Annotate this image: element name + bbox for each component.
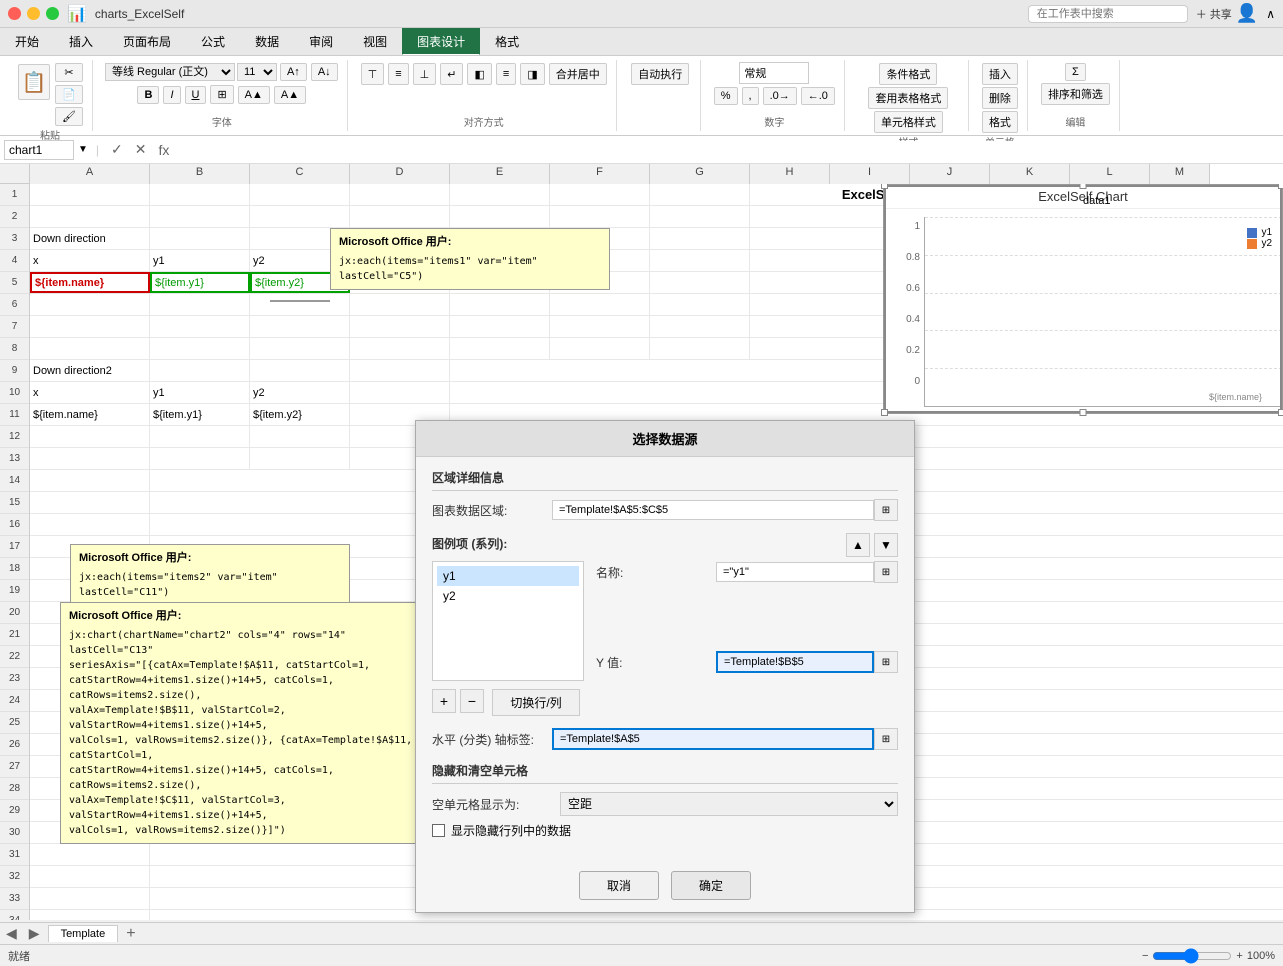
h-axis-section: 水平 (分类) 轴标签: ⊞: [432, 728, 898, 750]
name-label: 名称:: [596, 564, 716, 581]
series-add-button[interactable]: +: [432, 689, 456, 713]
empty-options: 空单元格显示为: 空距: [432, 792, 898, 816]
empty-label: 空单元格显示为:: [432, 796, 552, 813]
series-item-y2[interactable]: y2: [437, 586, 579, 606]
series-right: 名称: ⊞ Y 值: ⊞: [596, 561, 898, 716]
dialog-title: 选择数据源: [416, 421, 914, 457]
y-value-label: Y 值:: [596, 654, 716, 671]
chart-range-row: 图表数据区域: ⊞: [432, 499, 898, 521]
cancel-button[interactable]: 取消: [579, 871, 659, 900]
h-axis-input[interactable]: [552, 728, 874, 750]
series-spacer: [596, 591, 898, 651]
ok-button[interactable]: 确定: [671, 871, 751, 900]
legend-section-title: 图例项 (系列):: [432, 535, 507, 556]
series-remove-button[interactable]: −: [460, 689, 484, 713]
series-down-button[interactable]: ▼: [874, 533, 898, 557]
h-axis-label: 水平 (分类) 轴标签:: [432, 731, 552, 748]
name-input[interactable]: [716, 562, 874, 582]
area-section-title: 区域详细信息: [432, 469, 898, 491]
dialog-overlay: 选择数据源 区域详细信息 图表数据区域: ⊞ 图例项 (系列): ▲ ▼: [0, 0, 1283, 966]
y-value-input[interactable]: [716, 651, 874, 673]
dialog-body: 区域详细信息 图表数据区域: ⊞ 图例项 (系列): ▲ ▼: [416, 457, 914, 863]
y-value-row: Y 值: ⊞: [596, 651, 898, 673]
name-select-button[interactable]: ⊞: [874, 561, 898, 583]
chart-range-input[interactable]: [552, 500, 874, 520]
hide-section: 隐藏和清空单元格 空单元格显示为: 空距 显示隐藏行列中的数据: [432, 762, 898, 839]
series-up-button[interactable]: ▲: [846, 533, 870, 557]
h-axis-select-button[interactable]: ⊞: [874, 728, 898, 750]
chart-range-label: 图表数据区域:: [432, 502, 552, 519]
series-list[interactable]: y1 y2: [432, 561, 584, 681]
series-add-remove: + − 切换行/列: [432, 689, 584, 716]
series-area: y1 y2 + − 切换行/列 名称: ⊞: [432, 561, 898, 716]
chart-range-select-button[interactable]: ⊞: [874, 499, 898, 521]
legend-section: 图例项 (系列): ▲ ▼ y1 y2 + −: [432, 533, 898, 716]
y-value-select-button[interactable]: ⊞: [874, 651, 898, 673]
hide-section-title: 隐藏和清空单元格: [432, 762, 898, 784]
series-item-y1[interactable]: y1: [437, 566, 579, 586]
series-up-down-controls: ▲ ▼: [846, 533, 898, 557]
show-hidden-label: 显示隐藏行列中的数据: [451, 822, 571, 839]
empty-select[interactable]: 空距: [560, 792, 898, 816]
show-hidden-checkbox[interactable]: [432, 824, 445, 837]
dialog-area-section: 区域详细信息 图表数据区域: ⊞: [432, 469, 898, 521]
dialog-buttons: 取消 确定: [416, 863, 914, 912]
switch-row-col-button[interactable]: 切换行/列: [492, 689, 580, 716]
name-row: 名称: ⊞: [596, 561, 898, 583]
series-left: y1 y2 + − 切换行/列: [432, 561, 584, 716]
select-data-dialog: 选择数据源 区域详细信息 图表数据区域: ⊞ 图例项 (系列): ▲ ▼: [415, 420, 915, 913]
show-hidden-checkbox-row: 显示隐藏行列中的数据: [432, 822, 898, 839]
h-axis-row: 水平 (分类) 轴标签: ⊞: [432, 728, 898, 750]
